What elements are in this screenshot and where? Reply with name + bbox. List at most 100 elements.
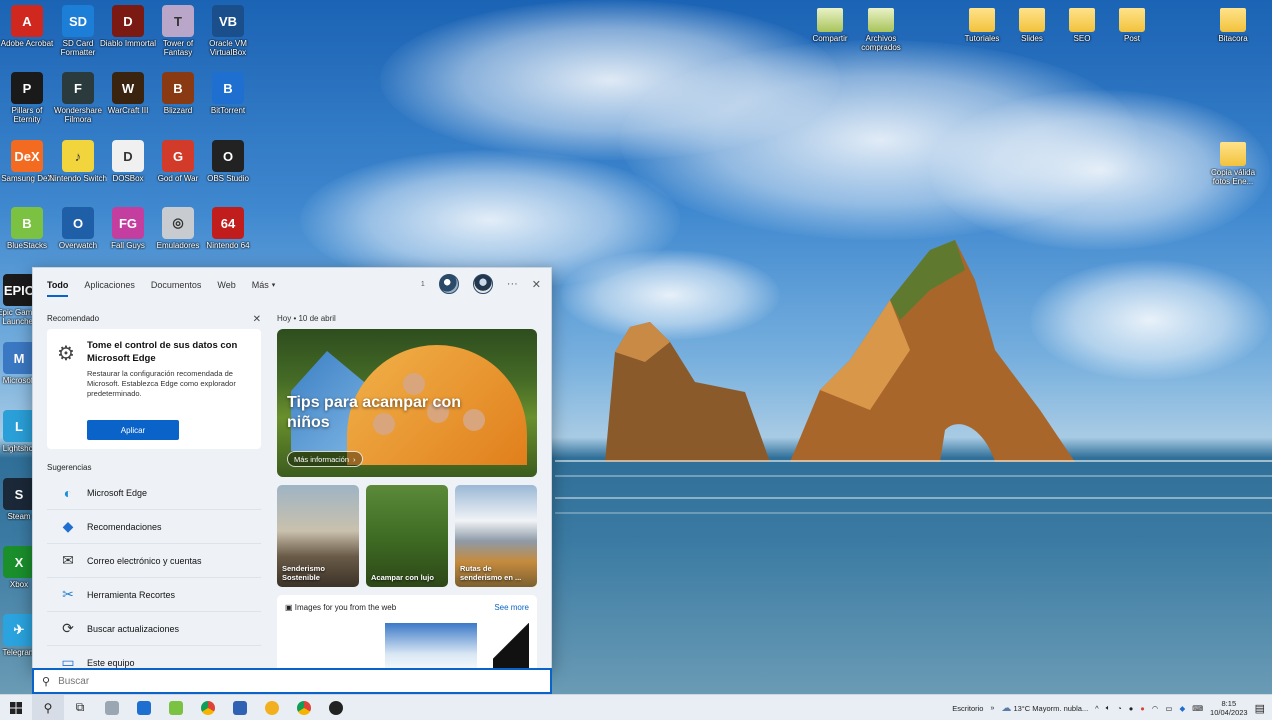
recommendation-body: Restaurar la configuración recomendada d… — [87, 369, 236, 398]
virtualbox-icon: VB — [212, 5, 244, 37]
suggestions-title: Sugerencias — [47, 463, 92, 472]
desktop-icon[interactable]: 64 Nintendo 64 — [199, 207, 257, 250]
desktop-folder[interactable]: Compartir — [801, 8, 859, 43]
task-view-icon: ⧉ — [75, 700, 85, 714]
taskbar-app[interactable] — [160, 695, 192, 720]
search-box[interactable]: ⚲ — [32, 668, 552, 694]
date-label: Hoy • 10 de abril — [277, 314, 336, 323]
hero-card[interactable]: Tips para acampar con niños Más informac… — [277, 329, 537, 477]
filmora-icon: F — [62, 72, 94, 104]
desktop-folder[interactable]: Post — [1103, 8, 1161, 43]
suggestion-item[interactable]: ◆ Recomendaciones — [47, 510, 261, 544]
tab-todo[interactable]: Todo — [47, 268, 69, 302]
suggestion-item[interactable]: ✂ Herramienta Recortes — [47, 578, 261, 612]
suggestion-item[interactable]: ▭ Este equipo — [47, 646, 261, 668]
web-image[interactable] — [385, 623, 477, 668]
mail-icon: ✉ — [62, 552, 74, 568]
more-info-button[interactable]: Más información › — [287, 451, 363, 467]
chevron-right-icon: › — [353, 454, 356, 464]
dropbox-icon[interactable]: ◆ — [1179, 704, 1185, 713]
chevron-down-icon: ▾ — [271, 282, 276, 289]
thumbnail-card[interactable]: Rutas de senderismo en ... — [455, 485, 537, 587]
more-options-icon[interactable]: ··· — [507, 278, 518, 290]
desktop-folder[interactable]: Copia válida fotos Ene... — [1204, 142, 1262, 186]
bluestacks-icon: B — [11, 207, 43, 239]
desktop-icon[interactable]: B BitTorrent — [199, 72, 257, 115]
web-image[interactable] — [493, 623, 529, 668]
search-input[interactable] — [58, 675, 459, 687]
tab-mas[interactable]: Más ▾ — [252, 268, 276, 302]
taskbar-app[interactable] — [224, 695, 256, 720]
taskbar-app[interactable] — [288, 695, 320, 720]
keyboard-icon[interactable]: ⌨ — [1192, 704, 1203, 713]
more-info-label: Más información — [294, 454, 350, 464]
left-column: Recomendado ✕ ⚙ Tome el control de sus d… — [47, 314, 261, 668]
desktop-icon-label: Nintendo 64 — [206, 241, 250, 250]
dismiss-recommended-icon[interactable]: ✕ — [253, 314, 261, 325]
desktop-folder[interactable]: Bitacora — [1204, 8, 1262, 43]
microphone-icon[interactable]: ● — [1129, 704, 1134, 713]
location-icon: ◆ — [62, 518, 74, 534]
notifications-icon[interactable]: ▤ — [1255, 702, 1265, 715]
suggestion-label: Recomendaciones — [87, 521, 162, 532]
warcraft-icon: W — [112, 72, 144, 104]
tab-aplicaciones[interactable]: Aplicaciones — [84, 268, 135, 302]
search-taskbar-button[interactable]: ⚲ — [32, 694, 64, 720]
tab-web[interactable]: Web — [217, 268, 235, 302]
network-icon[interactable]: ◔ — [1117, 704, 1122, 713]
thumbnail-row: Senderismo Sostenible Acampar con lujo R… — [277, 485, 537, 587]
volume-icon[interactable]: 🔈︎ — [1106, 703, 1111, 713]
suggestion-item[interactable]: ✉ Correo electrónico y cuentas — [47, 544, 261, 578]
desktop-icon[interactable]: VB Oracle VM VirtualBox — [199, 5, 257, 57]
weather-widget[interactable]: ☁ 13°C Mayorm. nubla... — [1001, 703, 1088, 714]
thumbnail-card[interactable]: Acampar con lujo — [366, 485, 448, 587]
search-panel: Todo Aplicaciones Documentos Web Más ▾ 1… — [32, 267, 552, 669]
avatar[interactable] — [472, 274, 493, 294]
desktop-icon-label: Adobe Acrobat — [0, 39, 54, 48]
wifi-icon[interactable]: ◠ — [1152, 704, 1159, 713]
rewards-icon[interactable] — [438, 274, 459, 294]
start-button[interactable] — [0, 695, 32, 720]
desktop-icon[interactable]: O OBS Studio — [199, 140, 257, 183]
tab-documentos[interactable]: Documentos — [151, 268, 202, 302]
clock[interactable]: 8:15 10/04/2023 — [1210, 699, 1248, 717]
chrome-tray-icon[interactable]: ● — [1140, 704, 1145, 713]
music-icon: ♪ — [62, 140, 94, 172]
chrome-icon — [297, 700, 311, 715]
desktop-icon[interactable]: A Adobe Acrobat — [0, 5, 56, 48]
dosbox-icon: D — [112, 140, 144, 172]
wave — [555, 497, 1272, 499]
desktop-icon[interactable]: P Pillars of Eternity — [0, 72, 56, 124]
desktop-folder[interactable]: Archivos comprados — [852, 8, 910, 52]
pdf-icon: A — [11, 5, 43, 37]
chevron-up-icon[interactable]: ^ — [1095, 704, 1099, 713]
bittorrent-icon: B — [212, 72, 244, 104]
taskbar-app[interactable] — [320, 695, 352, 720]
folder-label: Archivos comprados — [861, 34, 901, 52]
apply-button[interactable]: Aplicar — [87, 420, 179, 440]
desktop-icon[interactable]: B BlueStacks — [0, 207, 56, 250]
taskbar-app[interactable] — [96, 695, 128, 720]
see-more-link[interactable]: See more — [494, 603, 529, 612]
weather-text: 13°C Mayorm. nubla... — [1013, 703, 1089, 713]
battery-icon[interactable]: ▭ — [1165, 704, 1172, 713]
suggestion-item[interactable]: ⟳ Buscar actualizaciones — [47, 612, 261, 646]
task-view-button[interactable]: ⧉ — [64, 695, 96, 720]
thumbnail-label: Acampar con lujo — [371, 573, 434, 582]
wave — [555, 460, 1272, 462]
recommended-title: Recomendado — [47, 314, 100, 323]
suggestion-item[interactable]: ◐ Microsoft Edge — [47, 476, 261, 510]
chevron-right-icon[interactable]: » — [990, 705, 994, 712]
desktop-icon[interactable]: DeX Samsung DeX — [0, 140, 56, 183]
desktop-toolbar-label[interactable]: Escritorio — [952, 704, 983, 713]
recommendation-title: Tome el control de sus datos con Microso… — [87, 340, 238, 364]
taskbar-app[interactable] — [256, 695, 288, 720]
close-icon[interactable]: ✕ — [532, 278, 541, 291]
taskbar-app[interactable] — [192, 695, 224, 720]
sea-rock-arch — [790, 240, 1075, 462]
taskbar-app[interactable] — [128, 695, 160, 720]
thumbnail-card[interactable]: Senderismo Sostenible — [277, 485, 359, 587]
store-icon — [137, 700, 151, 715]
recommendation-card: ⚙ Tome el control de sus datos con Micro… — [47, 329, 261, 449]
game-icon: P — [11, 72, 43, 104]
